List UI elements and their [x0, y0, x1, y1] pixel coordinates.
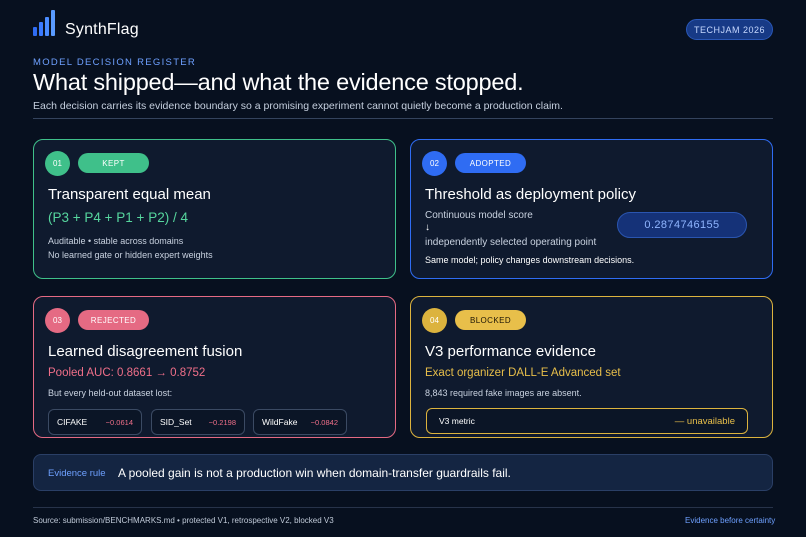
evidence-rule-text: A pooled gain is not a production win wh…	[118, 466, 511, 480]
footer-source: Source: submission/BENCHMARKS.md • prote…	[33, 516, 334, 525]
brand-name: SynthFlag	[65, 21, 139, 38]
card-number-badge: 02	[422, 151, 447, 176]
card-title: Threshold as deployment policy	[425, 186, 636, 203]
bar-chart-logo-icon	[33, 10, 59, 36]
card-number-badge: 04	[422, 308, 447, 333]
card-number-badge: 01	[45, 151, 70, 176]
status-badge: REJECTED	[78, 310, 149, 330]
footer-divider	[33, 507, 773, 508]
card-detail-line: Auditable • stable across domains	[48, 236, 184, 246]
operating-point-label: independently selected operating point	[425, 237, 597, 248]
card-title: Transparent equal mean	[48, 186, 211, 203]
decision-card-adopted: 02 ADOPTED Threshold as deployment polic…	[410, 139, 773, 279]
dataset-chip: SID_Set −0.2198	[151, 409, 245, 435]
card-number-badge: 03	[45, 308, 70, 333]
card-note: Same model; policy changes downstream de…	[425, 255, 635, 265]
pooled-auc-text: Pooled AUC: 0.8661 → 0.8752	[48, 367, 206, 379]
footer-tagline: Evidence before certainty	[685, 516, 776, 525]
dataset-delta: −0.0842	[310, 417, 338, 427]
arrow-down-icon: ↓	[425, 222, 430, 233]
header-divider	[33, 118, 773, 119]
dataset-chip: CIFAKE −0.0614	[48, 409, 142, 435]
dataset-name: CIFAKE	[57, 417, 88, 427]
eyebrow-label: MODEL DECISION REGISTER	[33, 57, 197, 68]
card-detail-line: 8,843 required fake images are absent.	[425, 388, 582, 398]
decision-card-rejected: 03 REJECTED Learned disagreement fusion …	[33, 296, 396, 438]
card-detail-line: But every held-out dataset lost:	[48, 388, 173, 398]
dataset-name: WildFake	[262, 417, 298, 427]
page-title: What shipped—and what the evidence stopp…	[33, 69, 524, 95]
page-subtitle: Each decision carries its evidence bound…	[33, 100, 563, 112]
blocked-reason: Exact organizer DALL-E Advanced set	[425, 367, 621, 379]
metric-value: — unavailable	[674, 415, 735, 427]
decision-card-kept: 01 KEPT Transparent equal mean (P3 + P4 …	[33, 139, 396, 279]
score-label: Continuous model score	[425, 210, 533, 221]
card-title: V3 performance evidence	[425, 343, 596, 360]
decision-card-blocked: 04 BLOCKED V3 performance evidence Exact…	[410, 296, 773, 438]
dataset-chip: WildFake −0.0842	[253, 409, 347, 435]
status-badge: KEPT	[78, 153, 149, 173]
metric-status-box: V3 metric — unavailable	[426, 408, 748, 434]
dataset-delta: −0.2198	[208, 417, 236, 427]
dataset-name: SID_Set	[160, 417, 192, 427]
metric-name: V3 metric	[439, 416, 475, 426]
card-title: Learned disagreement fusion	[48, 343, 243, 360]
event-badge: TECHJAM 2026	[686, 19, 773, 40]
evidence-rule-label: Evidence rule	[48, 468, 106, 479]
card-detail-line: No learned gate or hidden expert weights	[48, 250, 213, 260]
threshold-value: 0.2874746155	[617, 212, 747, 238]
formula-text: (P3 + P4 + P1 + P2) / 4	[48, 210, 188, 225]
status-badge: ADOPTED	[455, 153, 526, 173]
dataset-delta: −0.0614	[105, 417, 133, 427]
evidence-rule-banner: Evidence rule A pooled gain is not a pro…	[33, 454, 773, 491]
status-badge: BLOCKED	[455, 310, 526, 330]
